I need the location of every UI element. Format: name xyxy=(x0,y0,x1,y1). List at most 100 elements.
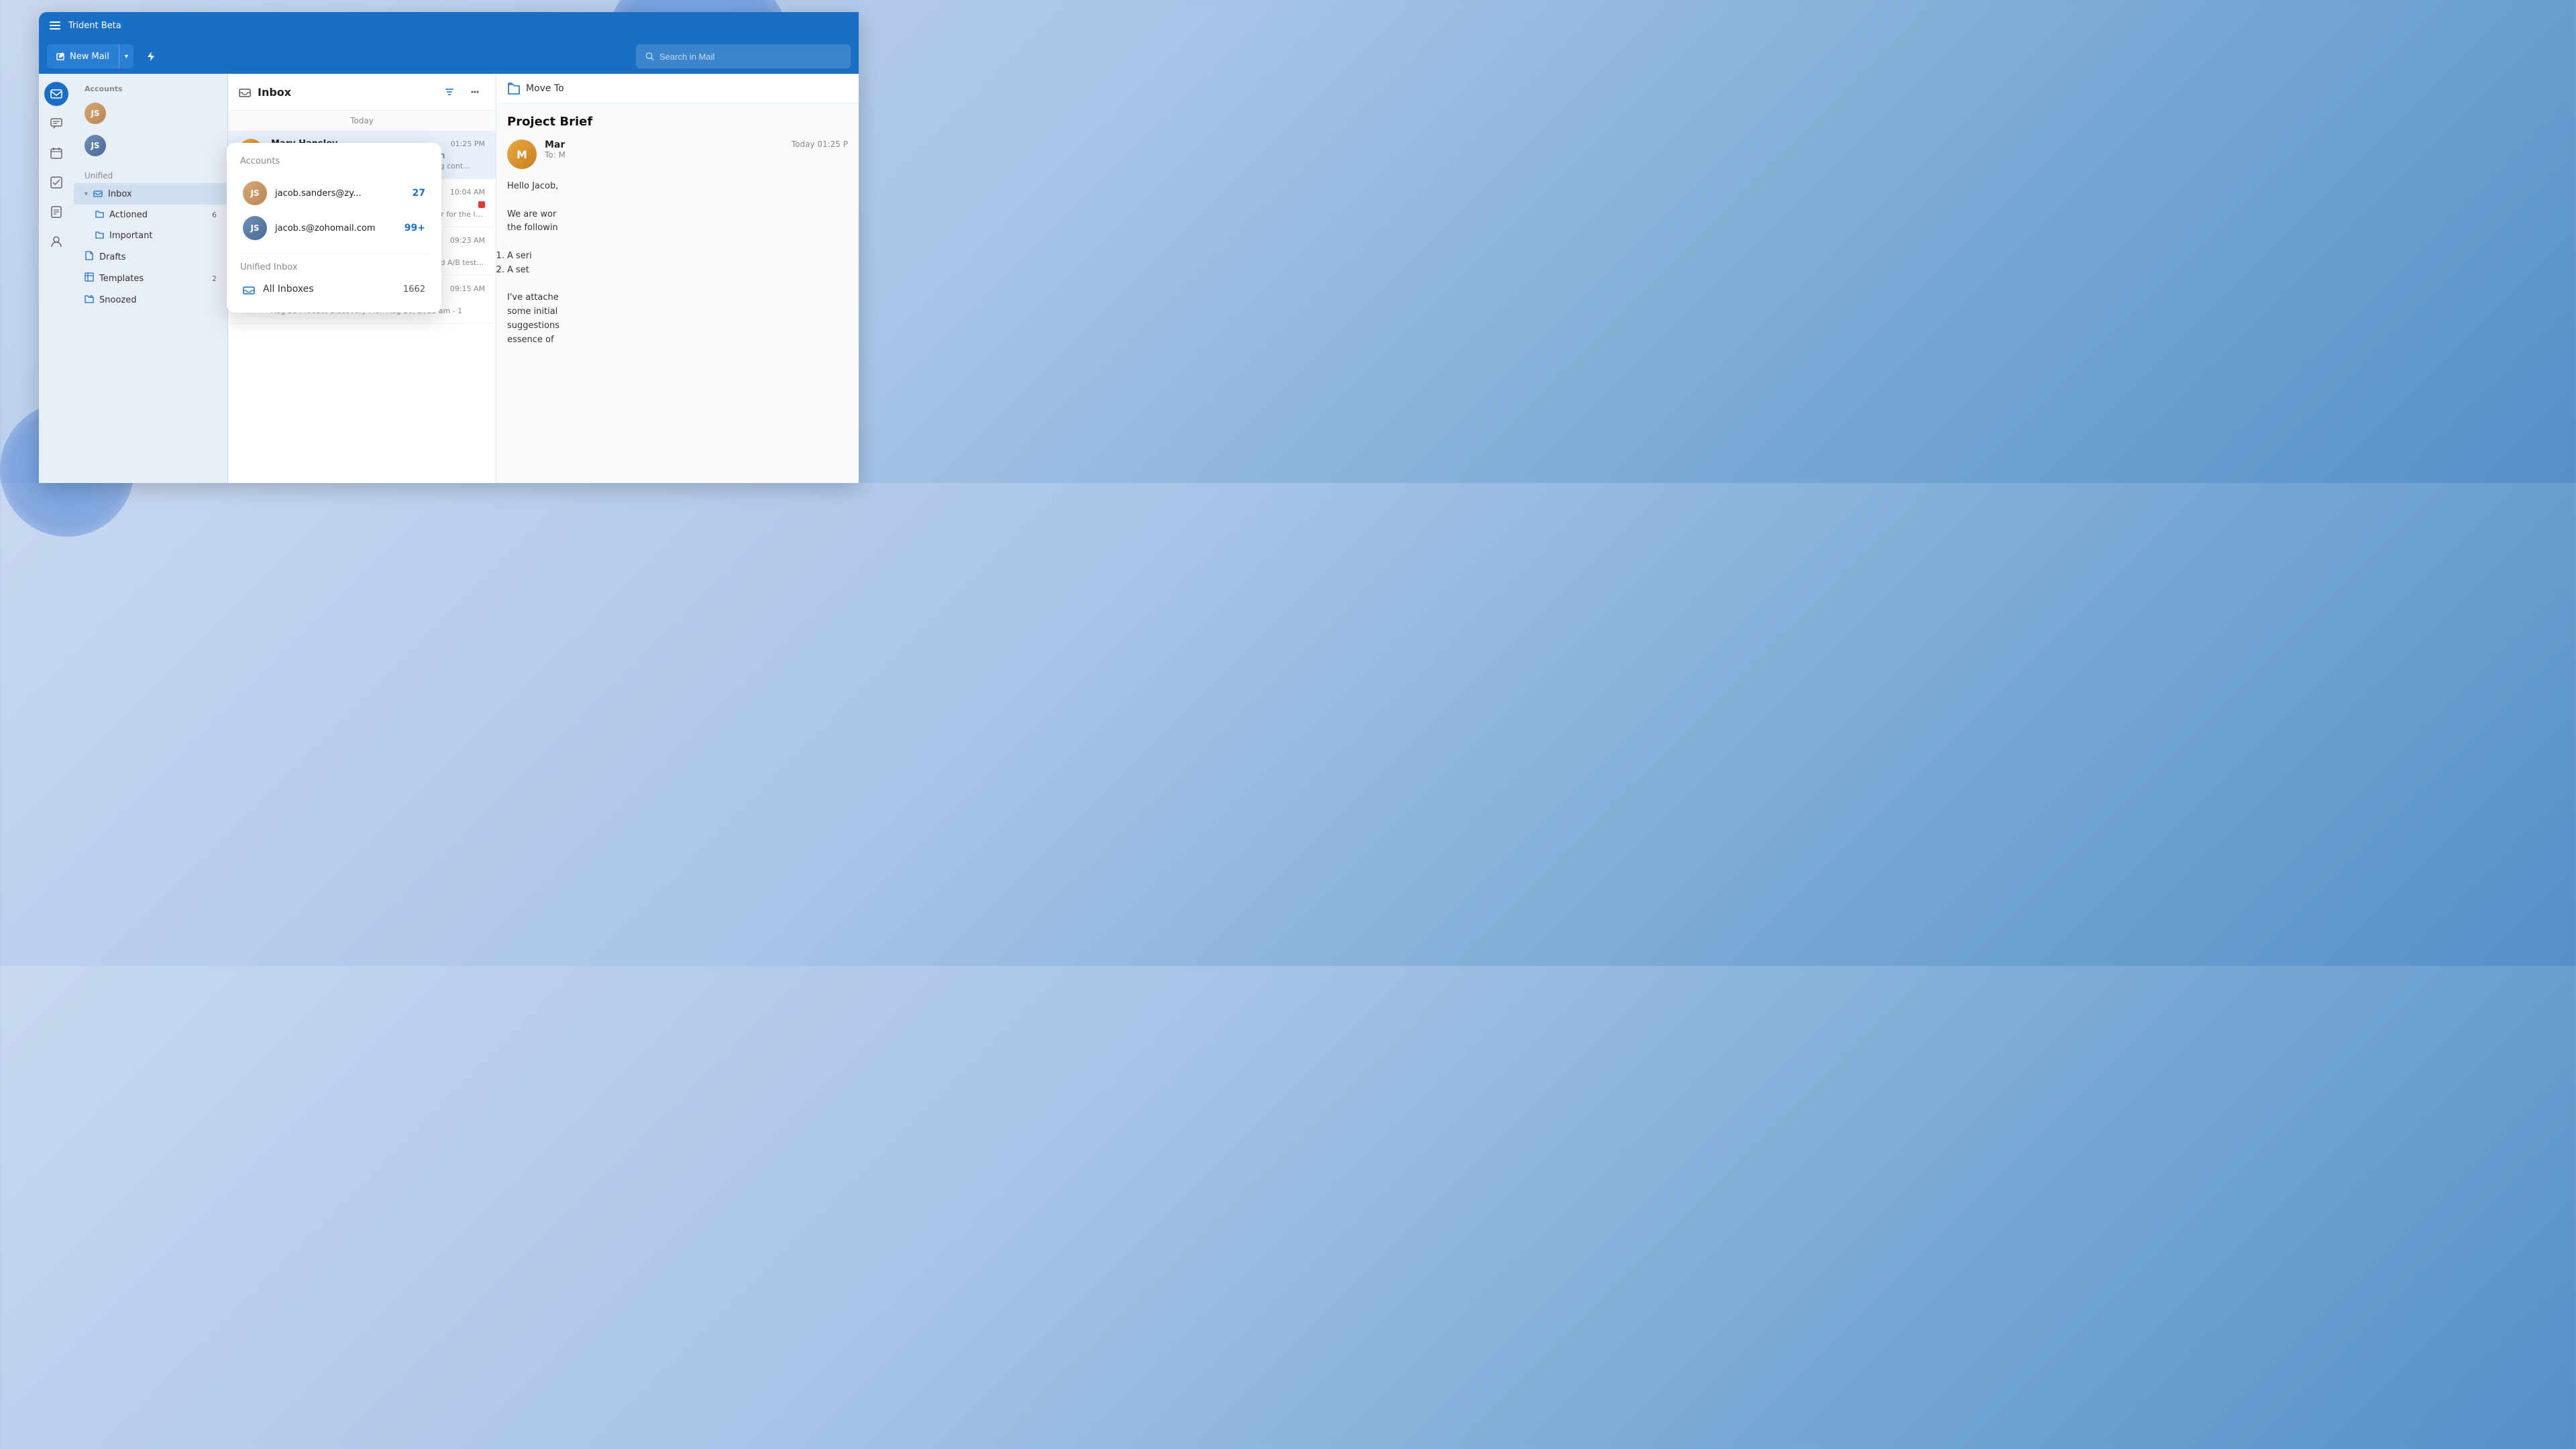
main-content: Accounts JS JS Unified ▾ xyxy=(39,74,859,483)
avatar-2: JS xyxy=(85,135,106,156)
dropdown-account-1[interactable]: JS jacob.sanders@zy... 27 xyxy=(240,176,428,211)
templates-label: Templates xyxy=(99,274,144,284)
folder-important[interactable]: Important xyxy=(74,225,227,246)
sidebar-icon-mail[interactable] xyxy=(44,82,68,106)
new-mail-group: New Mail ▾ xyxy=(47,44,133,68)
sidebar-icon-chat[interactable] xyxy=(44,111,68,136)
inbox-label: Inbox xyxy=(108,189,132,199)
app-window: Trident Beta New Mail ▾ xyxy=(39,12,859,483)
mail-icon xyxy=(50,88,62,100)
actioned-count: 6 xyxy=(212,211,217,219)
dropdown-count-1: 27 xyxy=(413,188,425,199)
snoozed-label: Snoozed xyxy=(99,295,136,305)
detail-meta: Mar To: M xyxy=(545,140,784,169)
sidebar-icon-calendar[interactable] xyxy=(44,141,68,165)
accounts-title: Accounts xyxy=(74,82,227,99)
date-separator: Today xyxy=(228,111,496,131)
account-avatar-row-1[interactable]: JS xyxy=(79,99,222,128)
account-avatars: JS JS xyxy=(74,99,227,166)
body-essence: essence of xyxy=(507,333,848,347)
snoozed-icon-svg xyxy=(85,294,94,303)
body-line1: We are wor xyxy=(507,208,848,222)
search-input[interactable] xyxy=(659,52,841,62)
dropdown-section-title: Accounts xyxy=(240,156,428,166)
filter-icon xyxy=(444,87,455,97)
body-list: A seri A set xyxy=(507,250,848,278)
new-mail-button[interactable]: New Mail xyxy=(47,44,119,68)
folder-templates[interactable]: Templates 2 xyxy=(74,268,227,289)
dropdown-account-2[interactable]: JS jacob.s@zohomail.com 99+ xyxy=(240,211,428,246)
inbox-header: Inbox xyxy=(228,74,496,111)
folder-snoozed[interactable]: Snoozed xyxy=(74,289,227,311)
new-mail-dropdown-button[interactable]: ▾ xyxy=(119,44,133,68)
body-suggestions: suggestions xyxy=(507,319,848,333)
email-detail-header: M Mar To: M Today 01:25 P xyxy=(507,140,848,169)
detail-avatar: M xyxy=(507,140,537,169)
inbox-title: Inbox xyxy=(258,86,291,99)
reading-content: Project Brief M Mar To: M Today 01:25 P … xyxy=(496,104,859,483)
body-initial: some initial xyxy=(507,305,848,319)
dropdown-all-inboxes[interactable]: All Inboxes 1662 xyxy=(240,279,428,299)
dropdown-avatar-2: JS xyxy=(243,216,267,240)
sidebar-icon-contacts[interactable] xyxy=(44,229,68,254)
reading-pane: Move To Project Brief M Mar To: M Today … xyxy=(496,74,859,483)
body-list-item-2: A set xyxy=(507,264,848,278)
chat-icon xyxy=(50,117,62,129)
inbox-header-icon xyxy=(239,86,251,98)
notes-icon xyxy=(50,206,62,218)
app-title: Trident Beta xyxy=(68,21,121,31)
unified-title: Unified xyxy=(74,166,227,183)
folder-actioned[interactable]: Actioned 6 xyxy=(74,205,227,225)
actioned-icon xyxy=(95,209,104,221)
avatar-1: JS xyxy=(85,103,106,124)
tasks-icon xyxy=(50,176,62,189)
dropdown-unified-title: Unified Inbox xyxy=(240,262,428,272)
detail-time: Today 01:25 P xyxy=(792,140,848,169)
important-label: Important xyxy=(109,231,152,241)
hamburger-menu[interactable] xyxy=(50,21,60,30)
drafts-icon xyxy=(85,251,94,263)
folder-drafts[interactable]: Drafts xyxy=(74,246,227,268)
templates-count: 2 xyxy=(212,274,217,283)
snoozed-icon xyxy=(85,294,94,306)
email-detail-body: Hello Jacob, We are wor the followin A s… xyxy=(507,180,848,347)
sidebar-icon-tasks[interactable] xyxy=(44,170,68,195)
toolbar: New Mail ▾ xyxy=(39,39,859,74)
folder-icon xyxy=(95,209,104,218)
body-line2: the followin xyxy=(507,221,848,235)
folder-icon-2 xyxy=(95,230,104,239)
dropdown-email-1: jacob.sanders@zy... xyxy=(275,189,361,199)
move-to-icon xyxy=(507,82,521,95)
sidebar-icon-notes[interactable] xyxy=(44,200,68,224)
flash-button[interactable] xyxy=(139,44,163,68)
contacts-icon xyxy=(50,235,62,248)
search-box xyxy=(636,44,851,68)
inbox-icon xyxy=(93,188,103,197)
account-avatar-row-2[interactable]: JS xyxy=(79,131,222,160)
inbox-actions xyxy=(439,82,485,102)
body-greeting: Hello Jacob, xyxy=(507,180,848,194)
compose-icon xyxy=(56,52,66,61)
more-icon xyxy=(470,87,480,97)
detail-sender-name: Mar xyxy=(545,140,784,150)
email-time-3: 09:23 AM xyxy=(450,236,485,245)
dropdown-avatar-1: JS xyxy=(243,181,267,205)
flash-icon xyxy=(146,51,156,62)
accounts-dropdown: Accounts JS jacob.sanders@zy... 27 JS ja… xyxy=(227,143,441,313)
templates-icon xyxy=(85,272,94,284)
important-icon xyxy=(95,230,104,241)
email-time-4: 09:15 AM xyxy=(450,284,485,293)
more-button[interactable] xyxy=(465,82,485,102)
search-icon xyxy=(645,52,654,61)
drafts-label: Drafts xyxy=(99,252,126,262)
move-to-label: Move To xyxy=(526,83,564,94)
actioned-label: Actioned xyxy=(109,210,148,220)
all-inboxes-icon xyxy=(243,283,255,295)
folder-inbox[interactable]: ▾ Inbox xyxy=(74,183,227,205)
all-inboxes-label: All Inboxes xyxy=(263,284,314,294)
filter-button[interactable] xyxy=(439,82,460,102)
detail-to: To: M xyxy=(545,150,784,160)
color-tag-2 xyxy=(478,201,485,208)
folder-items: ▾ Inbox Ac xyxy=(74,183,227,311)
body-attached: I've attache xyxy=(507,291,848,305)
